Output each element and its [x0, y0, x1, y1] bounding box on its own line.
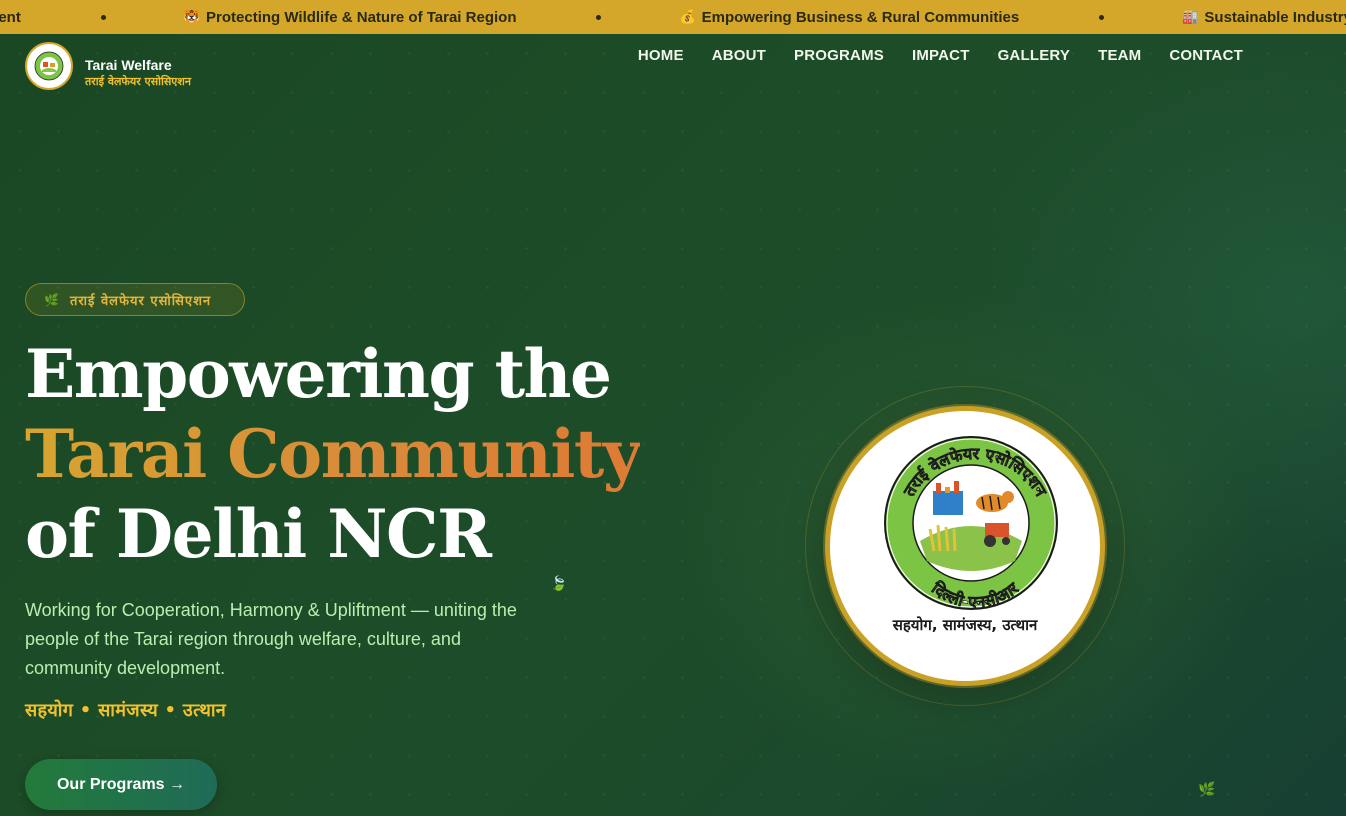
hero-badge-text: तराई वेलफेयर एसोसिएशन: [69, 293, 212, 309]
brand-logo[interactable]: [25, 42, 73, 90]
ticker-track: tment 🐯 Protecting Wildlife & Nature of …: [0, 0, 1346, 34]
emblem-motto: सहयोग, सामंजस्य, उत्थान: [892, 616, 1038, 634]
ticker-item: tment: [0, 9, 21, 26]
coin-icon: 💰: [679, 9, 696, 24]
ticker-item: 💰 Empowering Business & Rural Communitie…: [679, 9, 1019, 26]
nav-home[interactable]: HOME: [624, 46, 698, 66]
nav-gallery[interactable]: GALLERY: [984, 46, 1085, 66]
nav-programs[interactable]: PROGRAMS: [780, 46, 898, 66]
ticker-separator: [100, 14, 106, 20]
leaf-icon: 🌿: [44, 292, 60, 307]
ticker-item: 🏭 Sustainable Industry & Development: [1182, 9, 1346, 26]
ticker-item-text: tment: [0, 8, 21, 26]
leaf-icon: 🌿: [1198, 782, 1216, 798]
hero-title-line3: of Delhi NCR: [25, 495, 492, 573]
nav-about[interactable]: ABOUT: [698, 46, 780, 66]
our-programs-button[interactable]: Our Programs →: [25, 759, 217, 810]
nav-impact[interactable]: IMPACT: [898, 46, 984, 66]
ticker-item-text: Protecting Wildlife & Nature of Tarai Re…: [206, 8, 517, 26]
tiger-icon: 🐯: [183, 9, 201, 24]
ticker-separator: [1099, 14, 1105, 20]
hero-badge: 🌿 तराई वेलफेयर एसोसिएशन: [25, 283, 245, 316]
ticker-item-text: Empowering Business & Rural Communities: [701, 8, 1020, 26]
hero-title-line1: Empowering the: [25, 335, 612, 413]
brand-name[interactable]: Tarai Welfare: [85, 57, 172, 73]
ticker-item: 🐯 Protecting Wildlife & Nature of Tarai …: [184, 9, 517, 26]
emblem-seal-icon: तराई वेलफेयर एसोसिएशन दिल्ली-एनसीआर: [884, 436, 1058, 612]
nav-team[interactable]: TEAM: [1084, 46, 1155, 66]
hero-title: Empowering the Tarai Community of Delhi …: [25, 334, 641, 574]
hero-motto: सहयोग • सामंजस्य • उत्थान: [25, 700, 227, 721]
hero-title-line2: Tarai Community: [25, 415, 641, 493]
brand-name-hindi: तराई वेलफेयर एसोसिएशन: [85, 75, 191, 88]
main-nav: HOME ABOUT PROGRAMS IMPACT GALLERY TEAM …: [624, 46, 1257, 66]
announcement-ticker: tment 🐯 Protecting Wildlife & Nature of …: [0, 0, 1346, 34]
ticker-separator: [596, 14, 602, 20]
ticker-item-text: Sustainable Industry & Development: [1204, 8, 1346, 26]
emblem-icon: [34, 51, 64, 81]
factory-icon: 🏭: [1182, 9, 1199, 24]
organization-emblem: तराई वेलफेयर एसोसिएशन दिल्ली-एनसीआर सहयो…: [825, 406, 1105, 686]
nav-contact[interactable]: CONTACT: [1155, 46, 1257, 66]
leaf-icon: 🍃: [550, 576, 568, 592]
hero-description: Working for Cooperation, Harmony & Uplif…: [25, 600, 517, 678]
